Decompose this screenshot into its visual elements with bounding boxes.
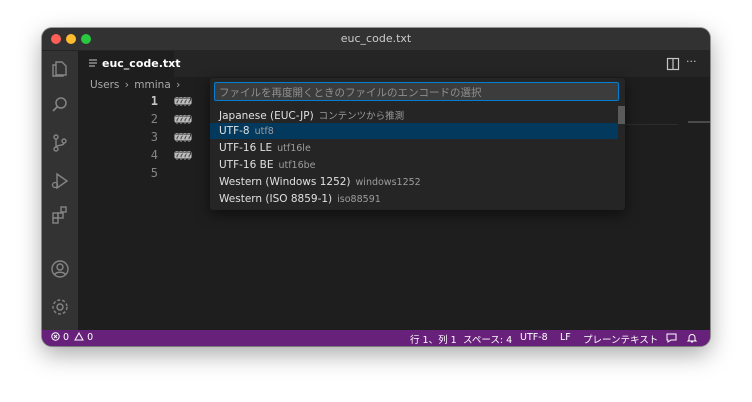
quick-pick-input[interactable]: ファイルを再度開くときのファイルのエンコードの選択 [214,82,619,101]
line-number: 1 [150,94,158,108]
tab-euc-code[interactable]: euc_code.txt › [78,51,181,77]
option-label: Western (ISO 8859-1) [219,193,333,205]
quick-pick-encoding: ファイルを再度開くときのファイルのエンコードの選択 Japanese (EUC-… [210,78,625,210]
title-bar: euc_code.txt [42,28,710,51]
activity-bar [42,51,78,330]
minimap[interactable] [688,121,710,123]
status-bar: 0 0 行 1、列 1 スペース: 4 UTF-8 LF プレーンテキスト [42,330,710,346]
cursor-position[interactable]: 行 1、列 1 [410,332,457,346]
tab-close-icon[interactable]: › [164,57,168,68]
editor-tab-bar: euc_code.txt › ··· [78,51,710,77]
option-description: utf16le [277,143,311,154]
error-count: 0 [63,332,70,343]
eol-indicator[interactable]: LF [560,332,571,343]
encoding-option-iso88591[interactable]: Western (ISO 8859-1) iso88591 [210,191,618,207]
option-description: コンテンツから推測 [318,111,405,122]
overview-ruler [618,124,678,125]
window-title: euc_code.txt [340,32,412,45]
option-label: Western (Windows 1252) [219,176,351,188]
account-icon[interactable] [50,259,70,279]
more-actions-icon[interactable]: ··· [686,55,704,69]
feedback-icon[interactable] [666,333,677,343]
encoding-option-euc-jp[interactable]: Japanese (EUC-JP) コンテンツから推測 [210,106,618,122]
run-debug-icon[interactable] [50,171,70,191]
option-label: UTF-8 [219,125,250,137]
option-description: windows1252 [355,177,421,188]
notifications-bell-icon[interactable] [687,333,697,343]
warning-count: 0 [87,332,94,343]
explorer-icon[interactable] [50,59,70,79]
text-file-icon [89,59,97,67]
option-label: UTF-16 LE [219,142,273,154]
encoding-indicator[interactable]: UTF-8 [520,332,548,343]
problems-indicator[interactable]: 0 0 [51,331,94,343]
error-icon [51,332,60,341]
settings-gear-icon[interactable] [50,297,70,317]
line-number: 2 [150,112,158,126]
tab-label: euc_code.txt [102,57,181,70]
quick-pick-scrollbar[interactable] [618,106,625,124]
code-line[interactable]: ���� [174,97,204,108]
option-description: utf8 [254,126,274,137]
quick-pick-placeholder: ファイルを再度開くときのファイルのエンコードの選択 [219,87,482,99]
indentation-setting[interactable]: スペース: 4 [463,332,512,346]
code-line[interactable]: ���� [174,151,204,162]
option-description: utf16be [278,160,316,171]
encoding-option-utf8[interactable]: UTF-8 utf8 [210,123,618,139]
option-label: Japanese (EUC-JP) [219,110,314,122]
extensions-icon[interactable] [50,205,70,225]
code-line[interactable]: ���� [174,115,204,126]
line-number: 5 [150,166,158,180]
line-number: 4 [150,148,158,162]
encoding-option-utf16be[interactable]: UTF-16 BE utf16be [210,157,618,173]
source-control-icon[interactable] [50,133,70,153]
search-icon[interactable] [50,95,70,115]
warning-icon [74,331,84,341]
vscode-window: euc_code.txt euc_code.txt › ··· Users › … [42,28,710,346]
encoding-option-windows1252[interactable]: Western (Windows 1252) windows1252 [210,174,618,190]
encoding-option-utf16le[interactable]: UTF-16 LE utf16le [210,140,618,156]
language-mode[interactable]: プレーンテキスト [583,332,658,346]
split-editor-icon[interactable] [666,57,680,71]
line-number: 3 [150,130,158,144]
option-label: UTF-16 BE [219,159,274,171]
code-line[interactable]: ���� [174,133,204,144]
option-description: iso88591 [337,194,381,205]
